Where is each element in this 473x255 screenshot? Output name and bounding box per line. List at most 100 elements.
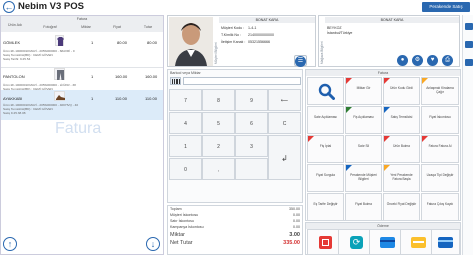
function-button-e-tarife-de-i-tir[interactable]: Eş Tarife Değiştir <box>307 193 344 221</box>
key-0[interactable]: 0 <box>169 158 202 180</box>
key-5[interactable]: 5 <box>202 112 235 134</box>
store-district: BEYKOZ <box>327 26 342 30</box>
function-button-fiyat-sorgula[interactable]: Fiyat Sorgula <box>307 164 344 192</box>
refresh-icon: ⟳ <box>350 236 363 249</box>
function-button-sat-r-sil[interactable]: Satır Sil <box>345 135 382 163</box>
function-button-label: Fiyat Bulma <box>355 202 372 206</box>
function-button-sat-r-a-klamas[interactable]: Satır Açıklaması <box>307 106 344 134</box>
store-city: İstanbul/Türkiye <box>327 31 353 35</box>
column-header-total: Tutar <box>133 22 163 32</box>
function-button-yeni-perakende-fatura-ba-la[interactable]: Yeni Perakende Fatura Başla <box>383 164 420 192</box>
key-3[interactable]: 3 <box>235 135 268 157</box>
product-photo-shoe <box>54 91 65 101</box>
key-7[interactable]: 7 <box>169 89 202 111</box>
customer-name: BONAT KARA <box>255 18 279 22</box>
function-button-label: Ürün Bulma <box>393 144 410 148</box>
function-button-label: Miktar Gir <box>356 86 371 90</box>
table-row-selected[interactable]: AYAKKABI 1 110.00 110.00 Ürün:2F-1000001… <box>1 90 163 120</box>
arrow-down-circle-icon[interactable]: ↓ <box>146 237 160 251</box>
table-row[interactable]: GÖMLEK 1 80.00 80.00 Ürün:2F-1000001KMAV… <box>1 34 163 68</box>
side-tool-strip <box>462 15 473 255</box>
enter-key[interactable]: ↲ <box>268 135 301 180</box>
function-button-nceki-fiyat-de-i-tir[interactable]: Önceki Fiyat Değiştir <box>383 193 420 221</box>
product-photo-trousers <box>54 68 65 80</box>
store-card: Mağaza Bilgileri BONAT KARA BEYKOZ İstan… <box>318 15 460 67</box>
customer-discount-label: Müşteri İskontosu <box>170 213 199 217</box>
function-button-anla-mal-kiralama-a-r[interactable]: Anlaşmalı Kiralama Çağır <box>421 77 459 105</box>
function-button-fatura-k-kayd[interactable]: Fatura Çıkış Kaydı <box>421 193 459 221</box>
key-2[interactable]: 2 <box>202 135 235 157</box>
column-header-quantity: Miktar <box>71 22 101 32</box>
tools-icon[interactable] <box>465 59 473 66</box>
product-name: AYAKKABI <box>3 96 23 101</box>
function-button-fiyat-bulma[interactable]: Fiyat Bulma <box>345 193 382 221</box>
back-arrow-icon[interactable]: ← <box>3 1 15 13</box>
function-button-label: Satış Temsilcisi <box>390 115 413 119</box>
customer-code-label: Müşteri Kodu : <box>221 26 245 30</box>
cash-icon <box>319 236 332 249</box>
customer-card: Müşteri Bilgileri BONAT KARA Müşteri Kod… <box>167 15 316 67</box>
invoice-watermark: Fatura <box>55 120 102 137</box>
function-button-miktar-gir[interactable]: Miktar Gir <box>345 77 382 105</box>
key-6[interactable]: 6 <box>235 112 268 134</box>
function-button-fiyat-i-skontosu[interactable]: Fiyat İskontosu <box>421 106 459 134</box>
column-header-photo: Fotoğraf <box>29 22 71 32</box>
settings-icon[interactable]: ⚙ <box>412 55 423 66</box>
retail-sale-button[interactable]: Perakende Satış <box>422 2 470 12</box>
user-icon[interactable] <box>465 23 473 30</box>
function-button-label: Satır Açıklaması <box>313 115 338 119</box>
favorite-icon[interactable]: ♥ <box>427 55 438 66</box>
row-detail: Satış 9.25.38.08 <box>3 111 26 115</box>
function-button-uzaqa-tipi-de-i-tir[interactable]: Uzaqa Tipi Değiştir <box>421 164 459 192</box>
arrow-up-circle-icon[interactable]: ↑ <box>3 237 17 251</box>
customer-contact-label: İletişim Kanalı : <box>221 40 246 44</box>
row-detail: Satış Tarihi: 9.25.54 <box>3 57 31 61</box>
function-button-fi-a-klamas[interactable]: Fiş Açıklaması <box>345 106 382 134</box>
barcode-input[interactable] <box>183 77 301 85</box>
line-discount-label: Satır İskontosu <box>170 219 194 223</box>
function-button-sat-temsilcisi[interactable]: Satış Temsilcisi <box>383 106 420 134</box>
function-button-label: Fiş Açıklaması <box>353 115 374 119</box>
users-icon[interactable] <box>465 41 473 48</box>
line-discount-value: 0.00 <box>293 219 300 223</box>
function-button-fi-i-ptal[interactable]: Fiş İptal <box>307 135 344 163</box>
status-corner-flag <box>384 78 390 84</box>
barcode-icon[interactable] <box>170 77 181 85</box>
store-info-vertical-label: Mağaza Bilgileri <box>320 41 324 65</box>
row-price: 80.00 <box>117 40 128 45</box>
row-total: 160.00 <box>145 74 158 79</box>
key-comma[interactable]: , <box>202 158 235 180</box>
function-button-r-n-bulma[interactable]: Ürün Bulma <box>383 135 420 163</box>
totals-panel: Toplam 350.00 Müşteri İskontosu 0.00 Sat… <box>167 205 303 255</box>
row-quantity: 1 <box>91 40 94 45</box>
customer-id-label: T.Kimlik No : <box>221 33 241 37</box>
customer-discount-value: 0.00 <box>293 213 300 217</box>
credit-card-button[interactable] <box>431 229 460 255</box>
customer-info-vertical-label: Müşteri Bilgileri <box>214 42 218 64</box>
status-corner-flag <box>346 165 352 171</box>
function-button-perakende-m-teri-bilgileri[interactable]: Perakende Müşteri Bilgileri <box>345 164 382 192</box>
function-button-label: Önceki Fiyat Değiştir <box>386 202 417 206</box>
clear-key[interactable]: C <box>268 112 301 134</box>
status-corner-flag <box>384 136 390 142</box>
function-button-label: Fatura Çıkış Kaydı <box>426 202 454 206</box>
key-9[interactable]: 9 <box>235 89 268 111</box>
customer-photo <box>169 17 213 66</box>
key-8[interactable]: 8 <box>202 89 235 111</box>
function-button-search[interactable] <box>307 77 344 105</box>
print-icon[interactable]: ⎙ <box>442 55 453 66</box>
key-4[interactable]: 4 <box>169 112 202 134</box>
function-button-r-n-kodu-girdi[interactable]: Ürün Kodu Girdi <box>383 77 420 105</box>
backspace-key[interactable]: ⟵ <box>268 89 301 111</box>
function-button-label: Fiyat İskontosu <box>429 115 451 119</box>
row-price: 160.00 <box>115 74 128 79</box>
function-button-label: Satır Sil <box>357 144 370 148</box>
location-icon[interactable]: ● <box>397 55 408 66</box>
customer-list-button[interactable]: ☰ <box>294 55 307 67</box>
key-1[interactable]: 1 <box>169 135 202 157</box>
function-button-fatura-fatura-al[interactable]: Fatura Fatura Al <box>421 135 459 163</box>
key-blank[interactable] <box>235 158 268 180</box>
row-price: 110.00 <box>115 96 127 101</box>
total-label: Toplam <box>170 207 182 211</box>
net-total-value: 335.00 <box>283 240 300 246</box>
